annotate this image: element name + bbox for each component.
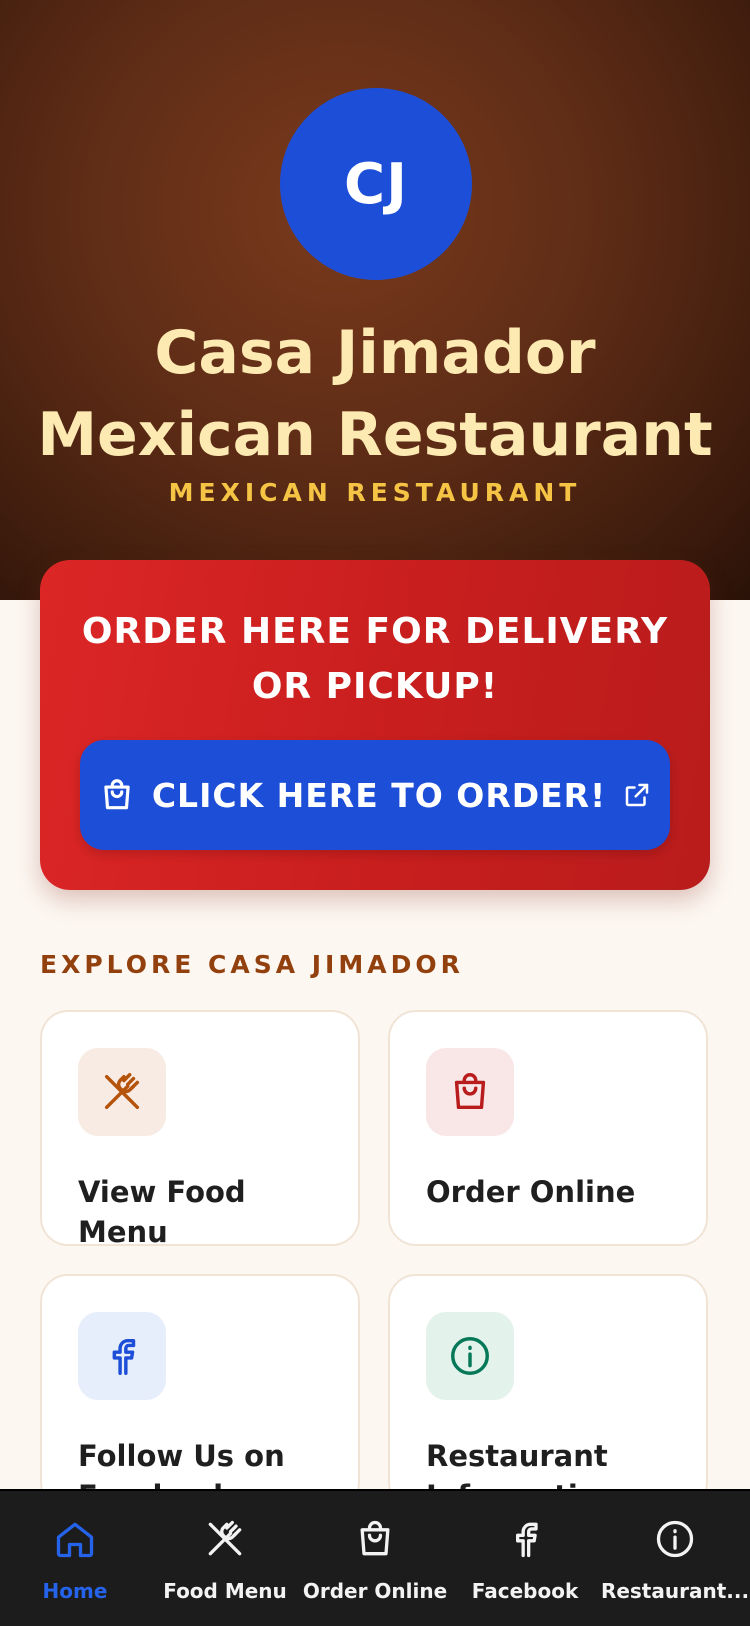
card-restaurant-info[interactable]: Restaurant Information — [388, 1274, 708, 1510]
nav-label: Order Online — [302, 1579, 448, 1603]
card-icon-wrap — [426, 1048, 514, 1136]
info-icon — [451, 1337, 489, 1375]
nav-label: Food Menu — [163, 1579, 287, 1603]
order-heading-line-2: OR PICKUP! — [251, 666, 499, 707]
facebook-icon — [516, 1522, 538, 1558]
card-label: Order Online — [426, 1175, 636, 1209]
external-link-icon — [625, 783, 649, 807]
order-button-label: CLICK HERE TO ORDER! — [151, 775, 607, 815]
nav-label: Home — [42, 1579, 108, 1603]
shopping-bag-icon — [360, 1520, 390, 1556]
title-line-1: Casa Jimador — [154, 318, 596, 388]
shopping-bag-icon — [454, 1073, 486, 1110]
hero-banner: CJ Casa Jimador Mexican Restaurant MEXIC… — [0, 0, 750, 600]
order-now-button[interactable]: CLICK HERE TO ORDER! — [80, 740, 670, 850]
order-heading-line-1: ORDER HERE FOR DELIVERY — [81, 611, 669, 652]
card-order-online[interactable]: Order Online — [388, 1010, 708, 1246]
facebook-icon — [112, 1338, 136, 1375]
card-icon-wrap — [426, 1312, 514, 1400]
explore-heading: EXPLORE CASA JIMADOR — [40, 950, 464, 979]
card-facebook[interactable]: Follow Us on Facebook — [40, 1274, 360, 1510]
restaurant-title: Casa Jimador Mexican Restaurant — [0, 312, 750, 476]
restaurant-avatar: CJ — [280, 88, 472, 280]
card-icon-wrap — [78, 1048, 166, 1136]
utensils-icon — [104, 1073, 140, 1110]
info-icon — [656, 1520, 694, 1558]
nav-order-online[interactable]: Order Online — [300, 1491, 450, 1626]
utensils-icon — [208, 1520, 242, 1556]
restaurant-category: MEXICAN RESTAURANT — [168, 478, 582, 507]
order-heading: ORDER HERE FOR DELIVERY OR PICKUP! — [40, 604, 710, 714]
card-icon-wrap — [78, 1312, 166, 1400]
nav-label: Restaurant... — [600, 1579, 750, 1603]
nav-food-menu[interactable]: Food Menu — [150, 1491, 300, 1626]
nav-home[interactable]: Home — [0, 1491, 150, 1626]
card-label: View Food Menu — [78, 1175, 246, 1246]
order-card: ORDER HERE FOR DELIVERY OR PICKUP! CLICK… — [40, 560, 710, 890]
nav-restaurant-info[interactable]: Restaurant... — [600, 1491, 750, 1626]
title-line-2: Mexican Restaurant — [37, 400, 713, 470]
nav-facebook[interactable]: Facebook — [450, 1491, 600, 1626]
bottom-nav: Home Food Menu Order Online Facebook Res… — [0, 1489, 750, 1626]
avatar-initials: CJ — [344, 151, 408, 217]
nav-label: Facebook — [471, 1579, 579, 1603]
shopping-bag-icon — [104, 779, 130, 810]
home-icon — [56, 1522, 94, 1558]
card-view-food-menu[interactable]: View Food Menu — [40, 1010, 360, 1246]
